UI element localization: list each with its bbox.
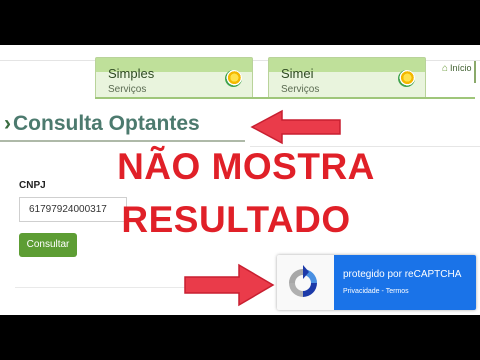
chevron-right-icon: › [4,112,11,135]
recaptcha-links: Privacidade - Termos [343,288,409,295]
simples-logo-icon [225,70,242,87]
recaptcha-terms-link[interactable]: Termos [386,288,409,295]
home-label: Início [450,63,472,73]
home-link[interactable]: ⌂ Início [442,63,472,74]
tab-simei[interactable]: Simei Serviços [268,57,426,99]
recaptcha-title: protegido por reCAPTCHA [343,269,462,280]
recaptcha-panel: protegido por reCAPTCHA Privacidade - Te… [334,255,476,310]
overlay-line-2: RESULTADO [121,199,351,240]
header-divider [474,61,476,83]
red-arrow-icon [250,109,341,145]
simei-logo-icon [398,70,415,87]
tab-simei-subtitle: Serviços [281,84,320,95]
red-arrow-icon [184,263,275,307]
overlay-line-1: NÃO MOSTRA [117,146,375,187]
page-title: ›Consulta Optantes [4,112,200,136]
tab-simples-subtitle: Serviços [108,84,147,95]
page-title-text: Consulta Optantes [13,112,200,135]
recaptcha-badge[interactable]: protegido por reCAPTCHA Privacidade - Te… [277,255,476,310]
recaptcha-logo-icon [289,265,317,297]
recaptcha-privacy-link[interactable]: Privacidade [343,288,380,295]
tab-simples-title: Simples [108,66,155,81]
browser-page: Simples Serviços Simei Serviços ⌂ Início … [0,45,480,315]
tab-simples[interactable]: Simples Serviços [95,57,253,99]
tabs-underline [95,97,475,99]
home-icon: ⌂ [442,63,449,74]
tab-simei-title: Simei [281,66,314,81]
title-underline [0,140,245,142]
